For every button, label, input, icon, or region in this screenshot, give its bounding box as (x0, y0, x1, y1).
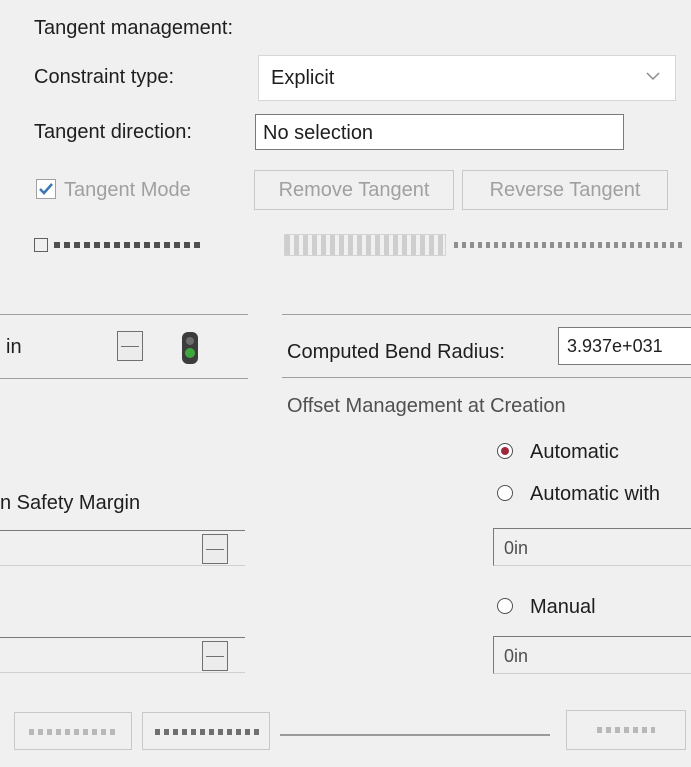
second-value-spinner[interactable] (202, 641, 228, 671)
constraint-type-value: Explicit (271, 67, 335, 89)
manual-label: Manual (530, 596, 596, 618)
left-separator-bottom (0, 378, 248, 379)
remove-tangent-button[interactable]: Remove Tangent (254, 170, 454, 210)
checkmark-icon (39, 183, 53, 195)
right-separator-top (282, 314, 691, 315)
tangent-mode-label: Tangent Mode (64, 179, 191, 201)
computed-bend-radius-value: 3.937e+031 (567, 336, 663, 356)
offset-management-title: Offset Management at Creation (287, 395, 566, 417)
apply-button[interactable] (14, 712, 132, 750)
computed-bend-radius-field: 3.937e+031 (558, 327, 691, 365)
automatic-with-radio[interactable] (497, 485, 513, 501)
tangent-direction-field[interactable]: No selection (255, 114, 624, 150)
left-separator-top (0, 314, 248, 315)
bottom-separator (280, 734, 550, 736)
cancel-button[interactable] (142, 712, 270, 750)
constraint-type-select[interactable]: Explicit (258, 55, 676, 101)
offset-value-1: 0in (504, 538, 529, 558)
manual-radio[interactable] (497, 598, 513, 614)
length-spinner[interactable] (117, 331, 143, 361)
safety-margin-spinner[interactable] (202, 534, 228, 564)
offset-value-2: 0in (504, 646, 529, 666)
reverse-tangent-button[interactable]: Reverse Tangent (462, 170, 668, 210)
computed-bend-radius-label: Computed Bend Radius: (287, 341, 505, 363)
right-separator-bottom (282, 377, 691, 378)
status-light-icon (179, 330, 201, 366)
length-value: in (6, 336, 22, 358)
safety-margin-label: n Safety Margin (0, 492, 141, 514)
ok-button[interactable] (566, 710, 686, 750)
automatic-label: Automatic (530, 441, 619, 463)
tangent-direction-label: Tangent direction: (34, 121, 192, 143)
automatic-with-label: Automatic with (530, 483, 661, 505)
tangent-direction-value: No selection (263, 122, 374, 144)
offset-value-field-2[interactable]: 0in (493, 636, 691, 674)
tangent-management-title: Tangent management: (34, 17, 234, 39)
tangent-mode-checkbox[interactable] (36, 179, 56, 199)
chevron-down-icon (643, 66, 663, 86)
automatic-radio[interactable] (497, 443, 513, 459)
partially-rendered-row (34, 234, 684, 256)
constraint-type-label: Constraint type: (34, 66, 175, 88)
offset-value-field-1[interactable]: 0in (493, 528, 691, 566)
